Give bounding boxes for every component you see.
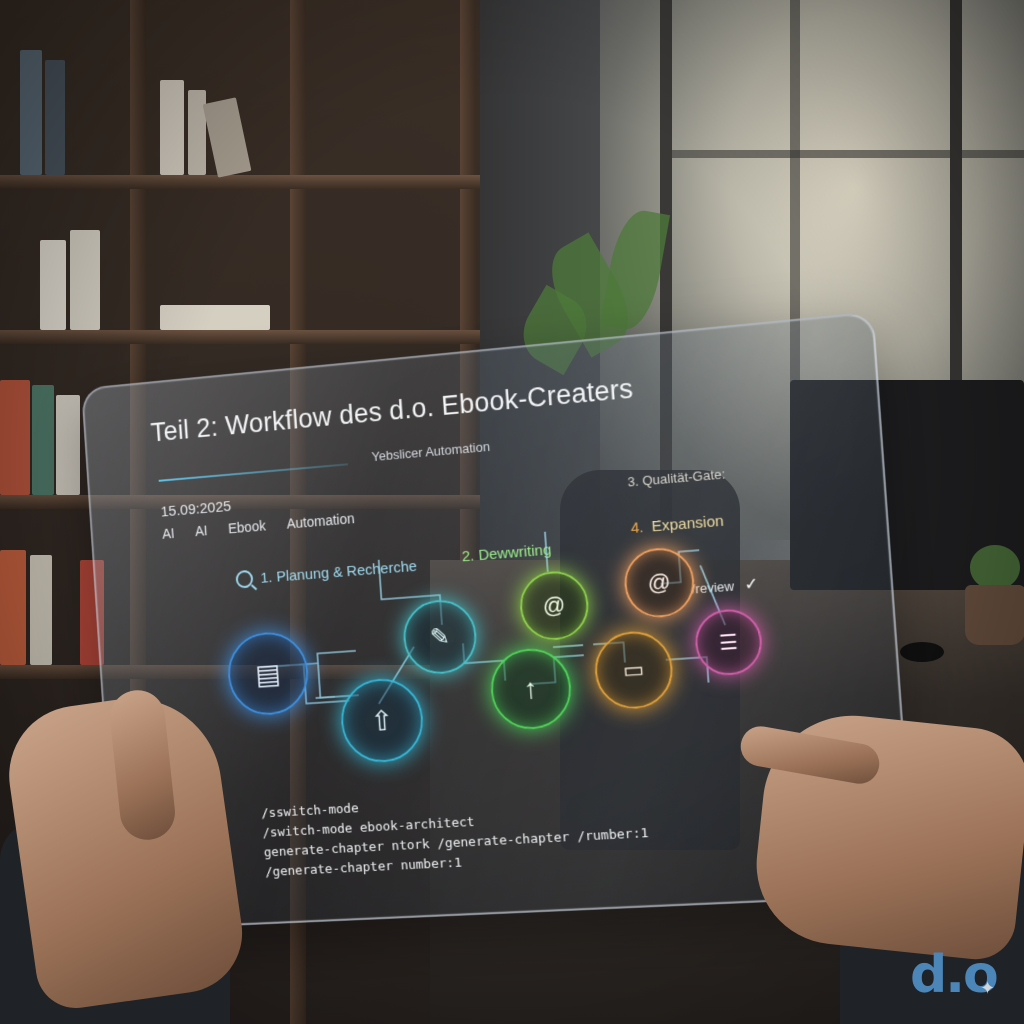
upload-icon: ⇧ [369, 704, 395, 737]
document-icon: ▤ [254, 657, 282, 690]
spiral-icon: @ [542, 591, 567, 619]
arrow-up-icon: ↑ [522, 672, 539, 705]
chart-icon: ▭ [622, 656, 646, 683]
checklist-icon: ☰ [718, 630, 739, 655]
pencil-icon: ✎ [429, 622, 451, 652]
sparkle-icon: ✦ [980, 978, 996, 998]
spiral-icon: @ [646, 568, 672, 596]
